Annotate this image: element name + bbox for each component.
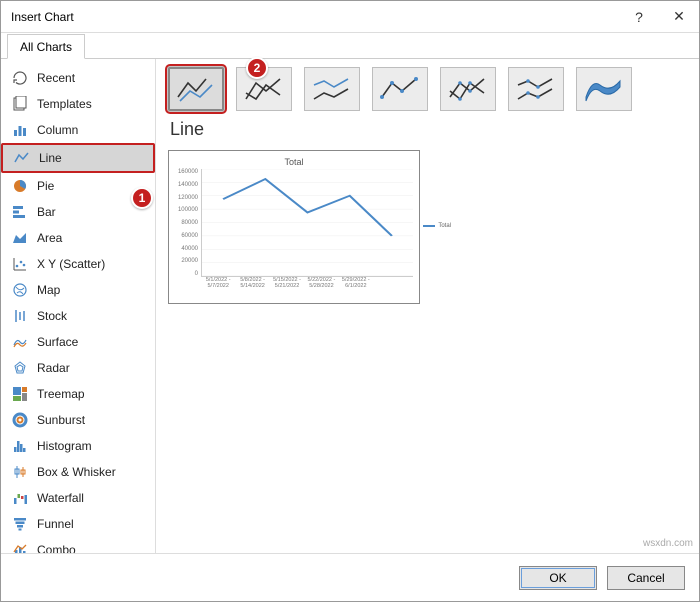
cancel-button[interactable]: Cancel	[607, 566, 685, 590]
sidebar-item-label: Funnel	[37, 517, 74, 531]
sidebar-item-label: Column	[37, 123, 78, 137]
tab-all-charts[interactable]: All Charts	[7, 34, 85, 59]
sidebar-item-label: Treemap	[37, 387, 85, 401]
preview-title: Total	[175, 157, 413, 167]
sidebar-item-recent[interactable]: Recent	[1, 65, 155, 91]
sidebar-item-label: Pie	[37, 179, 54, 193]
annotation-badge-2: 2	[246, 57, 268, 79]
sidebar-item-label: Box & Whisker	[37, 465, 116, 479]
ok-button[interactable]: OK	[519, 566, 597, 590]
annotation-badge-1: 1	[131, 187, 153, 209]
map-icon	[11, 281, 29, 299]
sidebar-item-label: Surface	[37, 335, 78, 349]
sidebar-item-treemap[interactable]: Treemap	[1, 381, 155, 407]
sidebar-item-waterfall[interactable]: Waterfall	[1, 485, 155, 511]
insert-chart-dialog: Insert Chart ? ✕ All Charts Recent Templa…	[0, 0, 700, 602]
chart-type-heading: Line	[170, 119, 687, 140]
sidebar-item-label: Bar	[37, 205, 56, 219]
line-icon	[13, 149, 31, 167]
chart-subtype-2[interactable]	[304, 67, 360, 111]
preview-x-axis: 5/1/2022 - 5/7/20225/8/2022 - 5/14/20225…	[201, 277, 373, 289]
pie-icon	[11, 177, 29, 195]
surface-icon	[11, 333, 29, 351]
sidebar-item-label: Combo	[37, 543, 76, 553]
chart-subtype-3[interactable]	[372, 67, 428, 111]
line-subtype-icon	[310, 73, 354, 105]
sidebar-item-box[interactable]: Box & Whisker	[1, 459, 155, 485]
sidebar-item-sunburst[interactable]: Sunburst	[1, 407, 155, 433]
box-icon	[11, 463, 29, 481]
chart-subtype-0[interactable]	[168, 67, 224, 111]
line-subtype-icon	[446, 73, 490, 105]
sidebar-item-label: Line	[39, 151, 62, 165]
sidebar-item-label: Waterfall	[37, 491, 84, 505]
chart-subtype-row	[168, 67, 687, 111]
titlebar: Insert Chart ? ✕	[1, 1, 699, 33]
sidebar-item-radar[interactable]: Radar	[1, 355, 155, 381]
funnel-icon	[11, 515, 29, 533]
chart-subtype-6[interactable]	[576, 67, 632, 111]
sidebar-item-funnel[interactable]: Funnel	[1, 511, 155, 537]
chart-preview[interactable]: Total 1600001400001200001000008000060000…	[168, 150, 420, 304]
recent-icon	[11, 69, 29, 87]
chart-subtype-4[interactable]	[440, 67, 496, 111]
sidebar-item-line[interactable]: Line	[1, 143, 155, 173]
radar-icon	[11, 359, 29, 377]
column-icon	[11, 121, 29, 139]
sidebar-item-xy[interactable]: X Y (Scatter)	[1, 251, 155, 277]
sidebar-item-stock[interactable]: Stock	[1, 303, 155, 329]
dialog-footer: OK Cancel	[1, 553, 699, 601]
watermark: wsxdn.com	[643, 538, 693, 549]
templates-icon	[11, 95, 29, 113]
treemap-icon	[11, 385, 29, 403]
preview-legend: Total	[423, 223, 451, 229]
preview-y-axis: 1600001400001200001000008000060000400002…	[175, 169, 201, 277]
chart-category-sidebar: Recent Templates Column Line Pie Bar Area X Y (…	[1, 59, 156, 553]
close-button[interactable]: ✕	[659, 1, 699, 33]
sidebar-item-area[interactable]: Area	[1, 225, 155, 251]
histogram-icon	[11, 437, 29, 455]
sidebar-item-label: X Y (Scatter)	[37, 257, 105, 271]
line-subtype-icon	[174, 73, 218, 105]
area-icon	[11, 229, 29, 247]
dialog-title: Insert Chart	[11, 10, 74, 24]
sunburst-icon	[11, 411, 29, 429]
sidebar-item-combo[interactable]: Combo	[1, 537, 155, 553]
sidebar-item-label: Radar	[37, 361, 70, 375]
sidebar-item-label: Stock	[37, 309, 67, 323]
preview-plot: Total	[201, 169, 413, 277]
line-subtype-icon	[242, 73, 286, 105]
line-subtype-icon	[582, 73, 626, 105]
sidebar-item-label: Map	[37, 283, 60, 297]
sidebar-item-map[interactable]: Map	[1, 277, 155, 303]
stock-icon	[11, 307, 29, 325]
bar-icon	[11, 203, 29, 221]
sidebar-item-label: Recent	[37, 71, 75, 85]
sidebar-item-column[interactable]: Column	[1, 117, 155, 143]
sidebar-item-label: Templates	[37, 97, 92, 111]
sidebar-item-surface[interactable]: Surface	[1, 329, 155, 355]
sidebar-item-label: Histogram	[37, 439, 92, 453]
main-pane: Line Total 16000014000012000010000080000…	[156, 59, 699, 553]
sidebar-item-label: Sunburst	[37, 413, 85, 427]
help-button[interactable]: ?	[619, 1, 659, 33]
sidebar-item-label: Area	[37, 231, 62, 245]
line-subtype-icon	[514, 73, 558, 105]
sidebar-item-templates[interactable]: Templates	[1, 91, 155, 117]
xy-icon	[11, 255, 29, 273]
sidebar-item-histogram[interactable]: Histogram	[1, 433, 155, 459]
tab-strip: All Charts	[1, 33, 699, 59]
combo-icon	[11, 541, 29, 553]
waterfall-icon	[11, 489, 29, 507]
line-subtype-icon	[378, 73, 422, 105]
chart-subtype-5[interactable]	[508, 67, 564, 111]
